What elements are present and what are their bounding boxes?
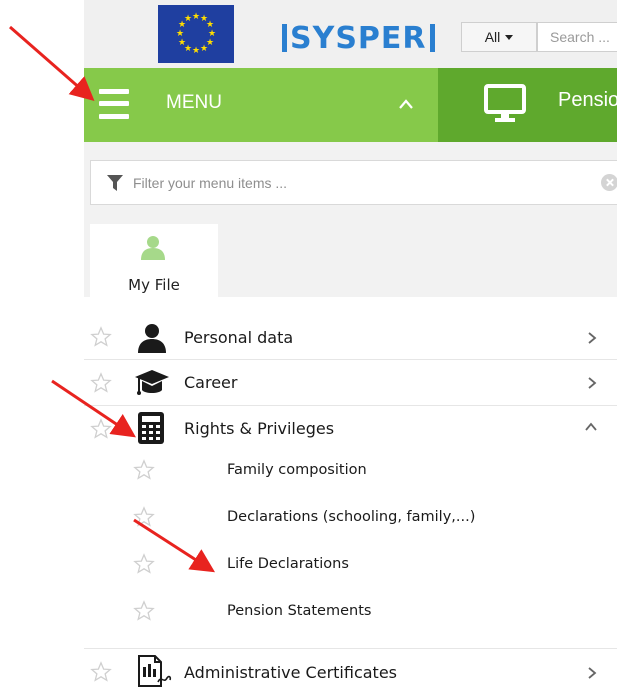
sysper-logo[interactable]: SYSPER [282, 20, 435, 56]
svg-text:★: ★ [178, 38, 186, 48]
search-input[interactable] [537, 22, 617, 52]
person-icon [138, 324, 166, 353]
menu-item-label: Career [184, 373, 238, 392]
svg-text:★: ★ [184, 14, 192, 24]
tab-my-file[interactable]: My File [90, 224, 218, 297]
submenu-item-label: Family composition [227, 462, 367, 478]
top-header: ★ ★ ★ ★ ★ ★ ★ ★ ★ ★ ★ ★ SYSPER All [84, 0, 617, 68]
submenu-item-family-composition[interactable]: Family composition [84, 448, 617, 494]
monitor-icon [484, 84, 526, 122]
favorite-star-icon[interactable] [90, 661, 112, 683]
menu-item-rights-privileges[interactable]: Rights & Privileges [84, 406, 617, 452]
svg-text:★: ★ [200, 44, 208, 54]
logo-bar-right [429, 24, 435, 52]
favorite-star-icon[interactable] [90, 418, 112, 440]
menu-item-label: Personal data [184, 328, 294, 347]
favorite-star-icon[interactable] [90, 326, 112, 348]
eu-flag-icon: ★ ★ ★ ★ ★ ★ ★ ★ ★ ★ ★ ★ [158, 5, 234, 63]
arrow-to-hamburger [9, 25, 95, 101]
person-icon [141, 236, 165, 260]
filter-input[interactable] [133, 161, 573, 204]
menu-item-label: Rights & Privileges [184, 419, 335, 438]
menu-item-career[interactable]: Career [84, 360, 617, 406]
submenu-item-label: Life Declarations [227, 556, 349, 572]
svg-text:★: ★ [192, 12, 200, 22]
chevron-right-icon [588, 332, 597, 344]
submenu-item-declarations[interactable]: Declarations (schooling, family,...) [84, 495, 617, 541]
tab-my-file-label: My File [128, 276, 180, 294]
menu-label: MENU [166, 92, 222, 113]
svg-text:★: ★ [192, 46, 200, 56]
submenu-item-label: Pension Statements [227, 603, 372, 619]
clear-filter-icon[interactable] [601, 174, 617, 191]
pension-tab[interactable]: Pension [438, 68, 617, 142]
favorite-star-icon[interactable] [90, 372, 112, 394]
submenu-item-label: Declarations (schooling, family,...) [227, 509, 476, 525]
favorite-star-icon[interactable] [133, 506, 155, 528]
svg-text:★: ★ [176, 29, 184, 39]
chevron-right-icon [588, 667, 597, 679]
chevron-up-icon[interactable] [398, 98, 414, 110]
certificate-icon [138, 655, 172, 687]
graduation-cap-icon [135, 370, 169, 395]
search-scope-dropdown[interactable]: All [461, 22, 537, 52]
menu-item-label: Administrative Certificates [184, 663, 397, 682]
pension-tab-label: Pension [558, 89, 617, 111]
favorite-star-icon[interactable] [133, 553, 155, 575]
filter-panel: My File [84, 142, 617, 297]
menu-bar: MENU [84, 68, 438, 142]
logo-text: SYSPER [290, 20, 427, 56]
chevron-up-icon [585, 422, 597, 431]
filter-funnel-icon [107, 175, 123, 191]
favorite-star-icon[interactable] [133, 459, 155, 481]
calculator-icon [138, 412, 164, 444]
filter-box [90, 160, 617, 205]
menu-item-administrative-certificates[interactable]: Administrative Certificates [84, 648, 617, 695]
menu-item-personal-data[interactable]: Personal data [84, 314, 617, 360]
search-scope-value: All [484, 29, 501, 45]
submenu-item-life-declarations[interactable]: Life Declarations [84, 542, 617, 588]
chevron-right-icon [588, 377, 597, 389]
submenu-item-pension-statements[interactable]: Pension Statements [84, 589, 617, 635]
favorite-star-icon[interactable] [133, 600, 155, 622]
logo-bar-left [282, 24, 287, 52]
hamburger-menu-icon[interactable] [99, 87, 129, 121]
caret-down-icon [505, 34, 514, 40]
